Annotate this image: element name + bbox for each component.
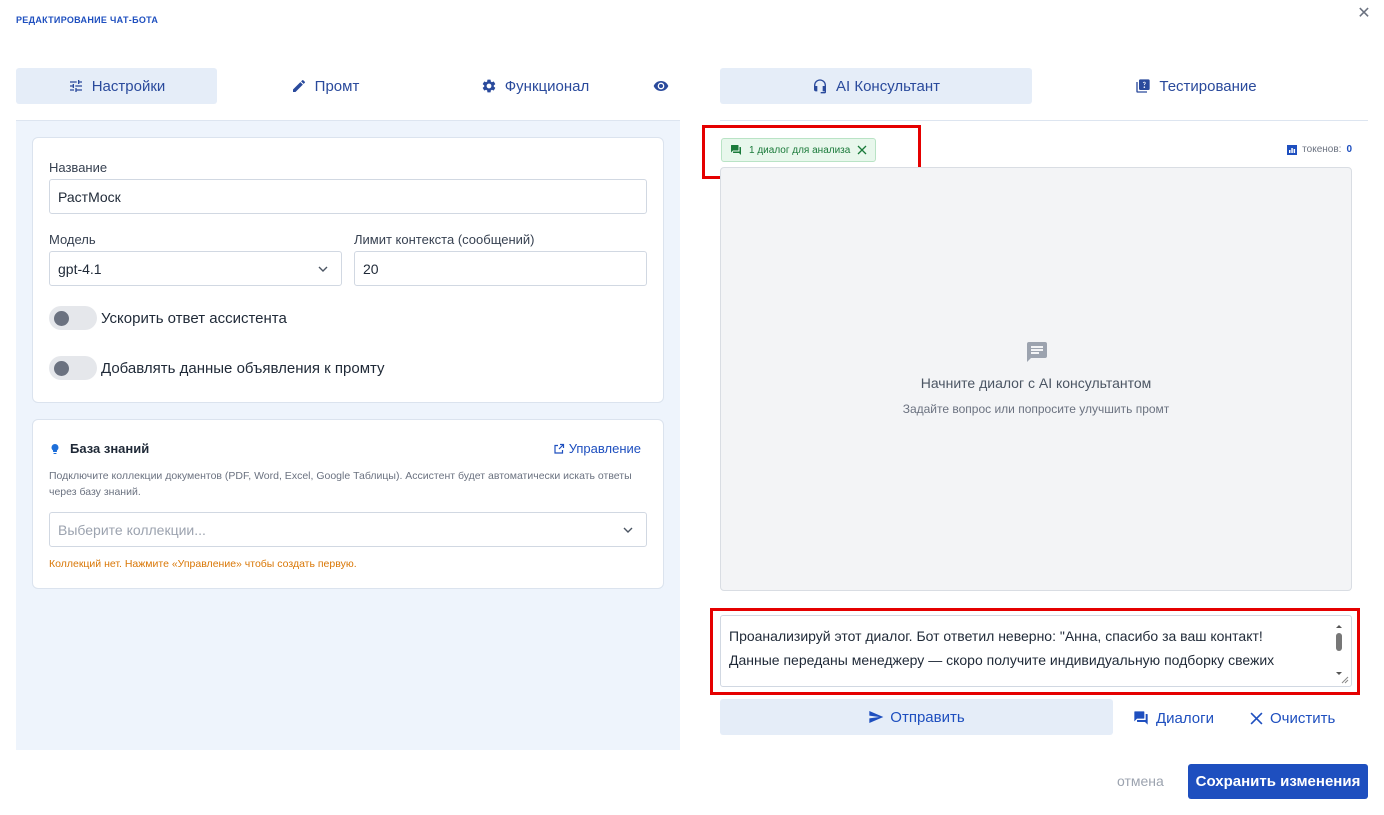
tab-ai-consultant-label: AI Консультант	[836, 77, 940, 95]
tab-prompt-label: Промт	[314, 77, 360, 95]
tab-preview[interactable]	[645, 68, 677, 104]
chip-close-icon[interactable]	[857, 145, 867, 155]
collections-select-placeholder: Выберите коллекции...	[58, 521, 206, 538]
tab-ai-consultant[interactable]: AI Консультант	[720, 68, 1032, 104]
dialog-title: РЕДАКТИРОВАНИЕ ЧАТ-БОТА	[16, 15, 159, 25]
message-input-value: Проанализируй этот диалог. Бот ответил н…	[729, 628, 1275, 668]
sliders-icon	[69, 80, 82, 92]
chat-messages-area: Начните диалог с AI консультантом Задайт…	[720, 167, 1352, 591]
settings-panel: Название РастМоск Модель gpt-4.1 Лимит к…	[16, 120, 680, 750]
name-label: Название	[49, 160, 108, 175]
dialog-analysis-chip-label: 1 диалог для анализа	[749, 144, 851, 156]
speed-up-label: Ускорить ответ ассистента	[101, 310, 287, 327]
headset-icon	[814, 79, 827, 94]
pencil-icon	[292, 79, 305, 92]
tab-prompt[interactable]: Промт	[240, 68, 410, 104]
speed-up-toggle[interactable]	[49, 306, 97, 330]
chevron-down-icon	[318, 266, 328, 272]
forum-icon	[731, 145, 741, 155]
resize-handle-icon[interactable]	[1341, 676, 1349, 684]
tokens-value: 0	[1346, 144, 1352, 155]
knowledge-base-title: База знаний	[70, 441, 150, 456]
ad-data-toggle[interactable]	[49, 356, 97, 380]
bar-chart-icon	[1287, 144, 1298, 155]
send-button[interactable]: Отправить	[720, 699, 1113, 735]
save-button-label: Сохранить изменения	[1195, 773, 1361, 790]
external-link-icon	[554, 443, 564, 454]
manage-link[interactable]: Управление	[553, 441, 641, 456]
ad-data-label: Добавлять данные объявления к промту	[101, 360, 385, 377]
quiz-icon	[1136, 79, 1151, 93]
dialogs-button[interactable]: Диалоги	[1133, 706, 1214, 730]
message-input[interactable]: Проанализируй этот диалог. Бот ответил н…	[720, 615, 1352, 687]
collections-select[interactable]: Выберите коллекции...	[49, 512, 647, 547]
clear-button-label: Очистить	[1270, 709, 1336, 727]
dialog-analysis-chip: 1 диалог для анализа	[721, 138, 877, 162]
tab-settings-label: Настройки	[91, 77, 166, 95]
tokens-counter: токенов: 0	[1287, 144, 1352, 155]
model-select[interactable]: gpt-4.1	[49, 251, 342, 286]
empty-state-subtitle: Задайте вопрос или попросите улучшить пр…	[902, 402, 1170, 416]
knowledge-base-card: База знаний Управление Подключите коллек…	[32, 419, 664, 589]
tab-testing-label: Тестирование	[1159, 77, 1257, 95]
name-input[interactable]: РастМоск	[49, 179, 647, 214]
eye-icon	[653, 81, 669, 91]
save-button[interactable]: Сохранить изменения	[1188, 764, 1368, 799]
empty-state-title: Начните диалог с AI консультантом	[920, 375, 1152, 391]
tabs-divider	[720, 120, 1368, 121]
brain-icon	[51, 444, 59, 454]
context-limit-value: 20	[363, 260, 379, 277]
tokens-label: токенов:	[1302, 144, 1342, 155]
no-collections-warning: Коллекций нет. Нажмите «Управление» чтоб…	[49, 558, 357, 570]
cancel-button[interactable]: отмена	[1117, 773, 1164, 789]
close-icon[interactable]: ✕	[1354, 4, 1374, 24]
forum-icon	[1134, 711, 1148, 725]
scrollbar[interactable]	[1333, 622, 1345, 680]
send-icon	[869, 711, 884, 723]
chat-bubble-icon	[1027, 342, 1047, 362]
context-limit-input[interactable]: 20	[354, 251, 647, 286]
send-button-label: Отправить	[890, 708, 965, 726]
knowledge-base-description: Подключите коллекции документов (PDF, Wo…	[49, 470, 632, 498]
tab-settings[interactable]: Настройки	[16, 68, 217, 104]
settings-card: Название РастМоск Модель gpt-4.1 Лимит к…	[32, 137, 664, 403]
model-select-value: gpt-4.1	[58, 260, 102, 277]
manage-link-label: Управление	[568, 441, 641, 456]
clear-button[interactable]: Очистить	[1250, 706, 1335, 730]
gear-icon	[482, 79, 495, 93]
chevron-down-icon	[623, 527, 633, 533]
close-icon	[1250, 712, 1263, 724]
tab-features[interactable]: Функционал	[450, 68, 620, 104]
tab-features-label: Функционал	[504, 77, 590, 95]
model-label: Модель	[49, 232, 96, 247]
context-limit-label: Лимит контекста (сообщений)	[354, 232, 535, 247]
name-input-value: РастМоск	[58, 188, 121, 205]
tab-testing[interactable]: Тестирование	[1050, 68, 1342, 104]
dialogs-button-label: Диалоги	[1156, 709, 1214, 727]
